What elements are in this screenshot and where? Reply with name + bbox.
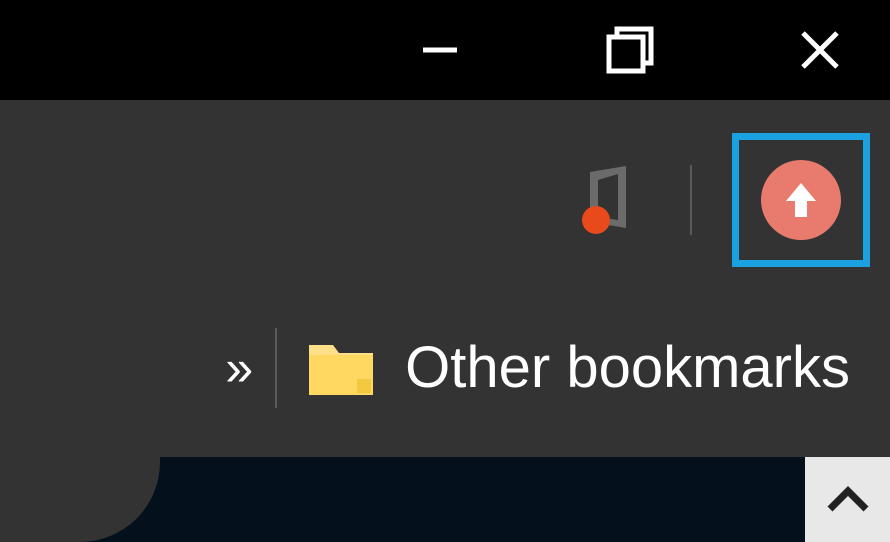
office-icon — [570, 160, 650, 240]
other-bookmarks-button[interactable]: Other bookmarks — [405, 334, 850, 401]
minimize-button[interactable] — [410, 20, 470, 80]
browser-toolbar — [0, 100, 890, 300]
bookmarks-bar: » Other bookmarks — [0, 300, 890, 435]
chevron-up-icon — [826, 485, 870, 515]
folder-icon — [307, 339, 375, 397]
page-content-area — [0, 457, 805, 542]
upload-extension-button[interactable] — [732, 133, 870, 267]
maximize-button[interactable] — [600, 20, 660, 80]
close-button[interactable] — [790, 20, 850, 80]
bookmarks-overflow-button[interactable]: » — [225, 339, 245, 397]
close-icon — [795, 25, 845, 75]
upload-icon — [761, 160, 841, 240]
office-extension-button[interactable] — [570, 160, 650, 240]
content-edge — [0, 435, 890, 542]
scroll-up-button[interactable] — [805, 457, 890, 542]
bookmarks-divider — [275, 328, 277, 408]
toolbar-divider — [690, 165, 692, 235]
minimize-icon — [415, 25, 465, 75]
window-titlebar — [0, 0, 890, 100]
maximize-icon — [604, 24, 656, 76]
